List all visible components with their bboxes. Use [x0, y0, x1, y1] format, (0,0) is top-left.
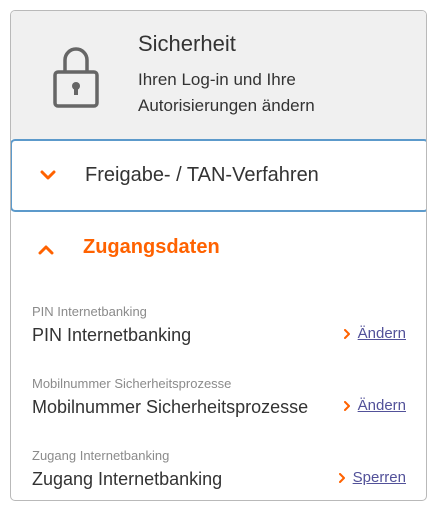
chevron-right-icon — [338, 472, 345, 483]
row-caption: Zugang Internetbanking — [32, 448, 170, 463]
list-item-pin: PIN Internetbanking PIN Internetbanking … — [11, 304, 426, 366]
chevron-right-icon — [343, 400, 350, 411]
security-card: Sicherheit Ihren Log-in und Ihre Autoris… — [10, 10, 427, 501]
change-mobile-link[interactable]: Ändern — [358, 397, 406, 414]
list-item-mobile-number: Mobilnummer Sicherheitsprozesse Mobilnum… — [11, 376, 426, 438]
chevron-down-icon — [40, 170, 56, 180]
accordion-tan-procedure-label: Freigabe- / TAN-Verfahren — [85, 164, 319, 186]
row-title: Zugang Internetbanking — [32, 469, 223, 489]
block-access-link[interactable]: Sperren — [353, 469, 406, 486]
row-title: PIN Internetbanking — [32, 325, 192, 345]
security-header: Sicherheit Ihren Log-in und Ihre Autoris… — [11, 11, 426, 139]
block-access-action[interactable]: Sperren — [338, 469, 406, 486]
row-title: Mobilnummer Sicherheitsprozesse — [32, 397, 309, 417]
list-item-access: Zugang Internetbanking Zugang Internetba… — [11, 448, 426, 500]
row-caption: PIN Internetbanking — [32, 304, 147, 319]
change-pin-link[interactable]: Ändern — [358, 325, 406, 342]
change-mobile-action[interactable]: Ändern — [343, 397, 406, 414]
security-title: Sicherheit — [138, 31, 236, 56]
chevron-right-icon — [343, 328, 350, 339]
accordion-access-data-label: Zugangsdaten — [83, 236, 220, 258]
accordion-tan-procedure[interactable]: Freigabe- / TAN-Verfahren — [11, 139, 426, 212]
change-pin-action[interactable]: Ändern — [343, 325, 406, 342]
chevron-up-icon — [38, 245, 54, 255]
accordion-access-data[interactable]: Zugangsdaten — [11, 212, 426, 282]
security-description: Ihren Log-in und Ihre Autorisierungen än… — [138, 70, 315, 115]
lock-icon — [53, 47, 99, 108]
row-caption: Mobilnummer Sicherheitsprozesse — [32, 376, 232, 391]
